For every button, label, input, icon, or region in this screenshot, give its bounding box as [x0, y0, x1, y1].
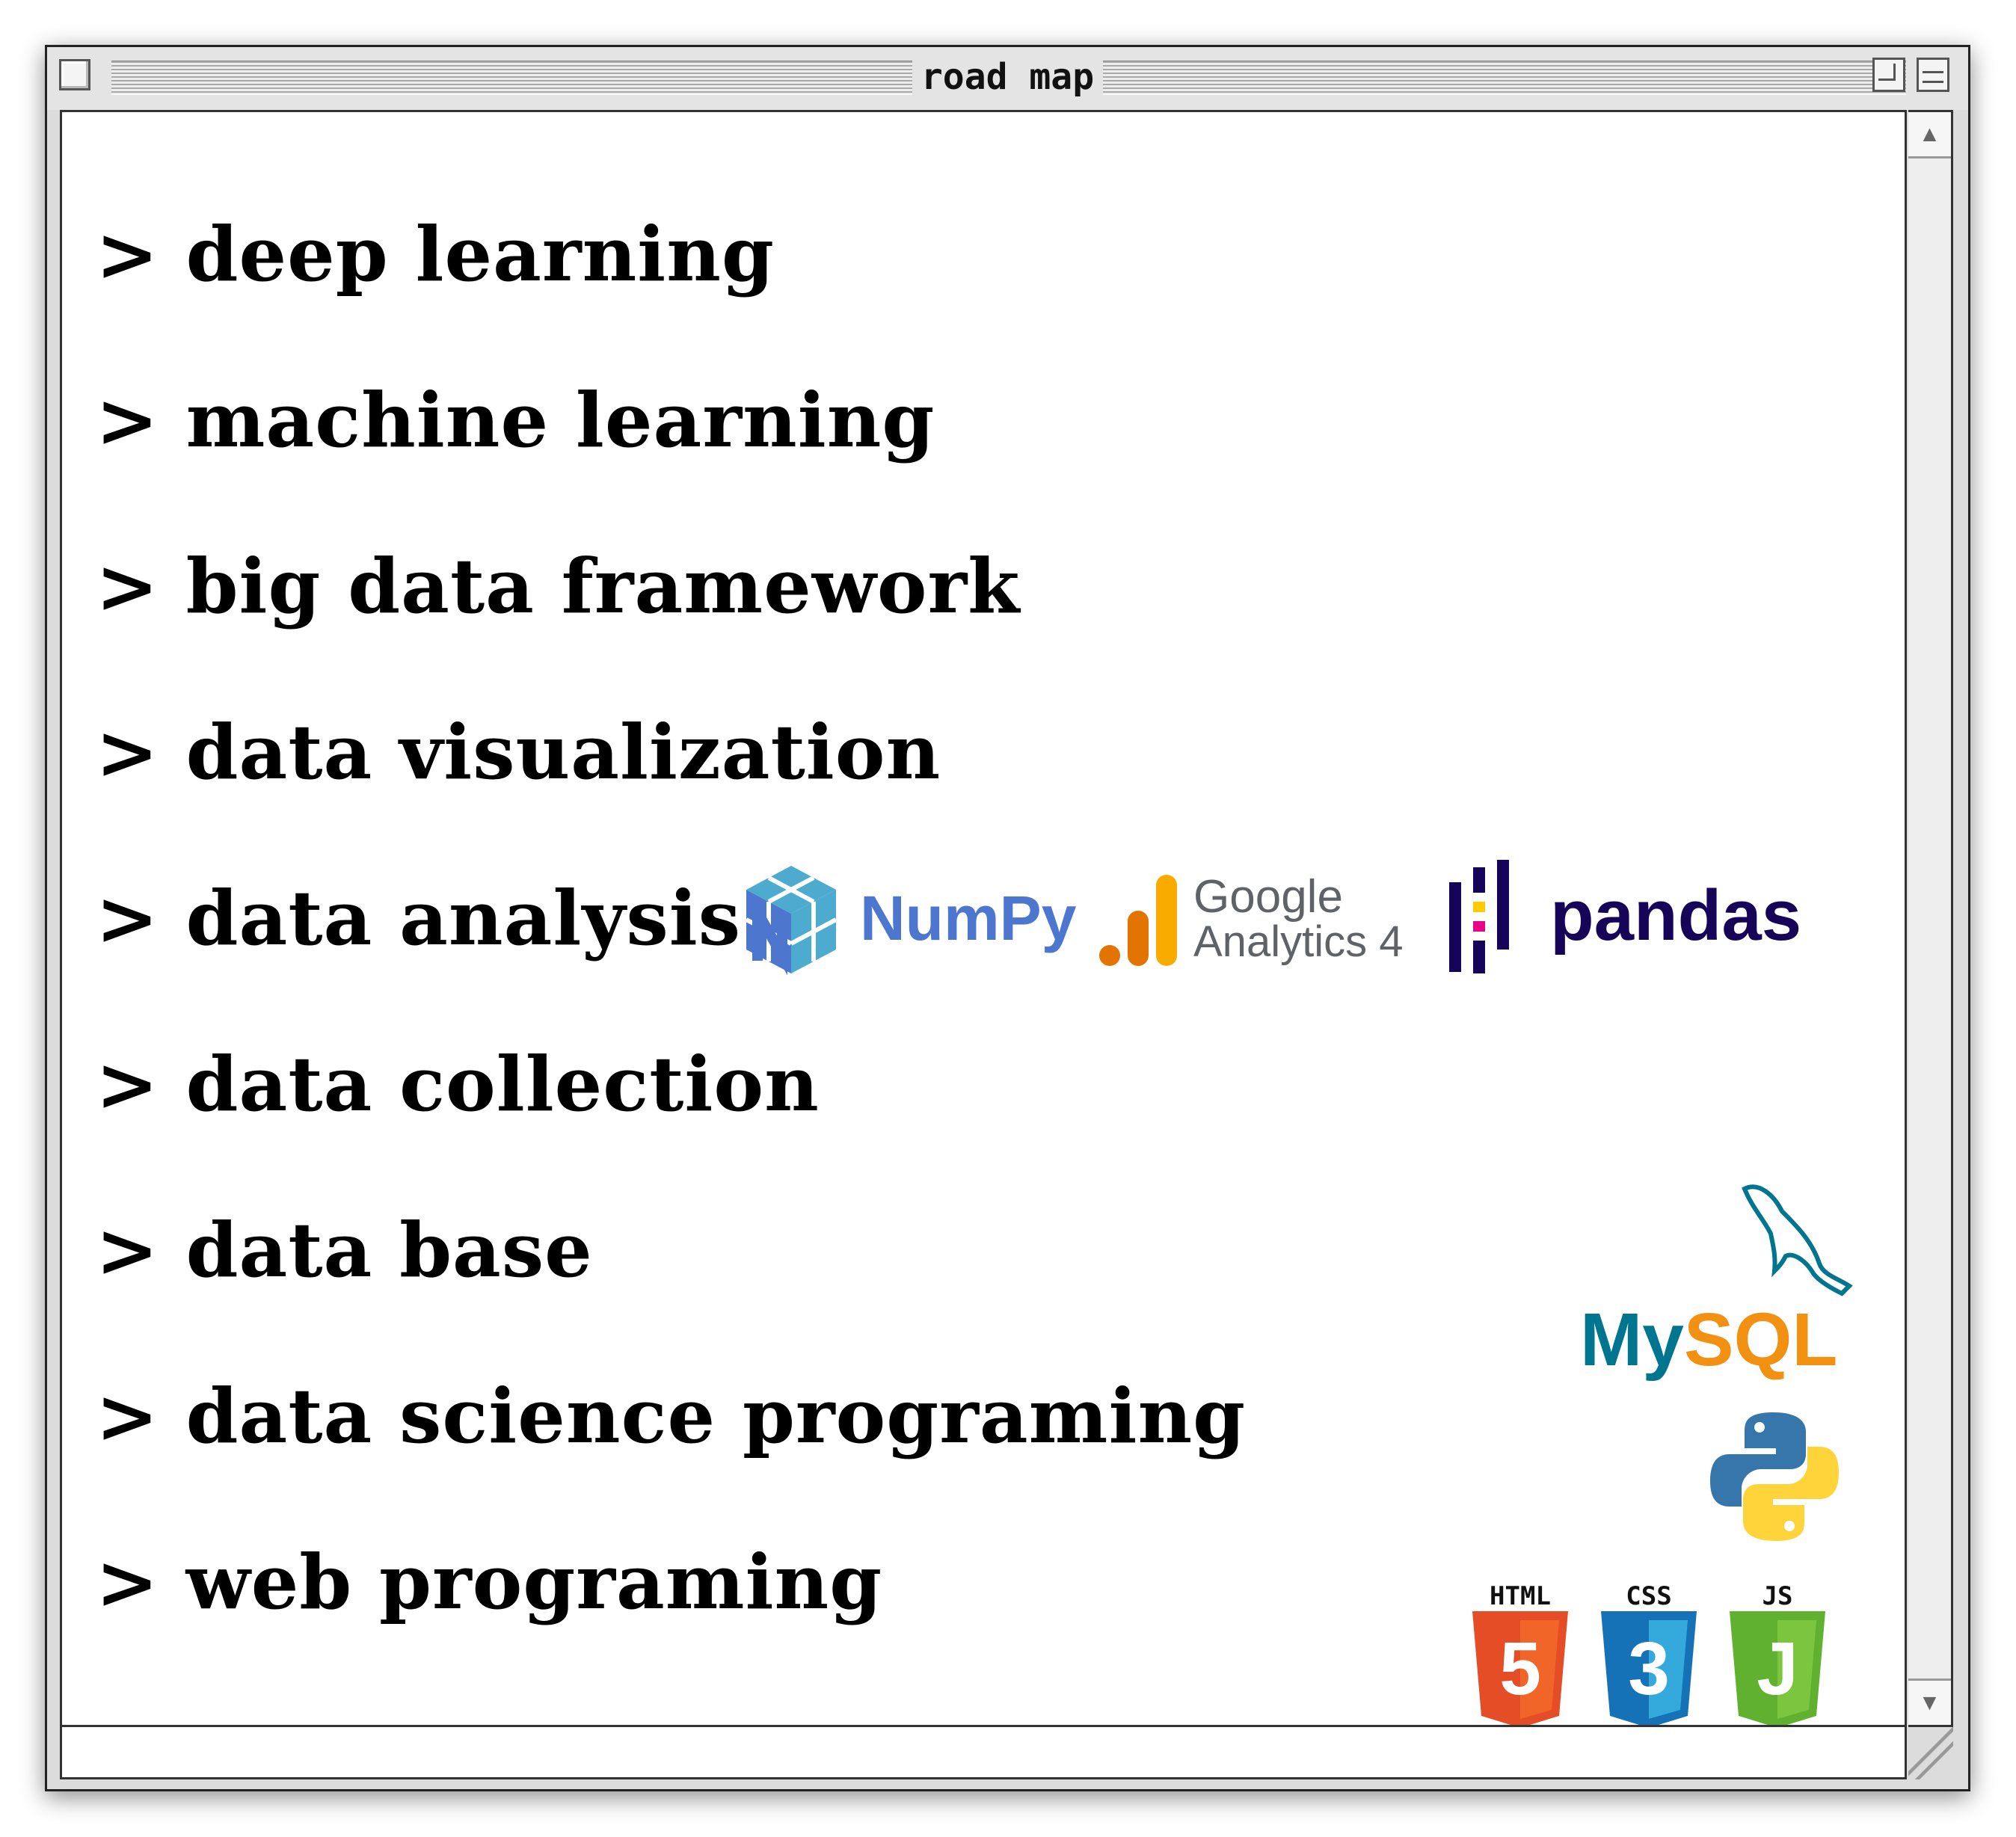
pandas-logo: pandas — [1442, 860, 1860, 979]
python-logo — [1707, 1409, 1842, 1544]
google-analytics-line1: Google — [1193, 871, 1343, 923]
item-big-data-framework: > big data framework — [96, 542, 1021, 630]
html5-digit: 5 — [1499, 1627, 1541, 1711]
js-label: JS — [1762, 1581, 1793, 1611]
google-analytics-logo: Google Analytics 4 — [1098, 867, 1412, 972]
js-logo: JS J — [1725, 1581, 1830, 1725]
css-label: CSS — [1626, 1581, 1672, 1611]
numpy-cube-icon — [745, 866, 838, 976]
item-data-visualization: > data visualization — [96, 708, 941, 796]
html-label: HTML — [1490, 1581, 1551, 1611]
numpy-label: NumPy — [860, 883, 1077, 953]
css3-logo: CSS 3 — [1596, 1581, 1701, 1725]
resize-grip-icon[interactable] — [1908, 1727, 1953, 1779]
numpy-logo: NumPy — [731, 860, 1083, 979]
js-digit: J — [1757, 1627, 1798, 1711]
horizontal-scroll-area[interactable] — [60, 1727, 1907, 1779]
vertical-scrollbar[interactable]: ▲ ▼ — [1908, 110, 1953, 1727]
zoom-button[interactable] — [1872, 58, 1905, 92]
scroll-up-button[interactable]: ▲ — [1908, 112, 1951, 159]
css3-digit: 3 — [1628, 1627, 1670, 1711]
bar-chart-icon — [1099, 875, 1177, 966]
html5-logo: HTML 5 — [1468, 1581, 1573, 1725]
python-snakes-icon — [1710, 1412, 1839, 1541]
item-data-science-programing: > data science programing — [96, 1372, 1247, 1460]
item-data-collection: > data collection — [96, 1040, 820, 1128]
item-deep-learning: > deep learning — [96, 210, 775, 298]
content-area: > deep learning > machine learning > big… — [60, 110, 1907, 1727]
item-machine-learning: > machine learning — [96, 376, 935, 464]
item-web-programing: > web programing — [96, 1538, 883, 1626]
mysql-label-my: My — [1580, 1298, 1684, 1382]
window-title: road map — [912, 56, 1104, 98]
title-bar[interactable]: road map — [47, 47, 1968, 110]
google-analytics-line2: Analytics 4 — [1193, 917, 1404, 966]
dolphin-icon — [1742, 1184, 1853, 1296]
item-data-analysis: > data analysis — [96, 874, 742, 962]
item-data-base: > data base — [96, 1206, 593, 1294]
mysql-label-sql: SQL — [1683, 1298, 1838, 1382]
collapse-button[interactable] — [1917, 58, 1949, 92]
pandas-label: pandas — [1550, 876, 1802, 956]
road-map-window: road map > deep learning > machine learn… — [45, 45, 1970, 1791]
scroll-down-button[interactable]: ▼ — [1908, 1678, 1951, 1725]
pandas-bars-icon — [1449, 860, 1509, 973]
mysql-logo: MySQL — [1580, 1181, 1879, 1382]
